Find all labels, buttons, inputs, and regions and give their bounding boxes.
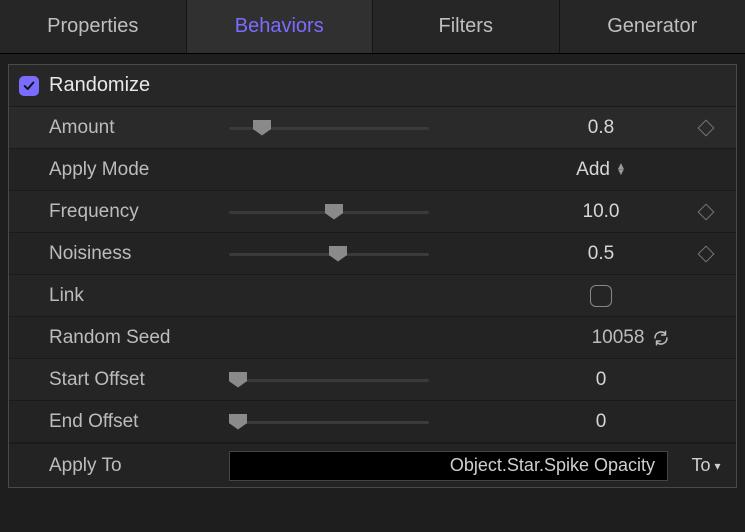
- param-row-apply-to: Apply To Object.Star.Spike Opacity To ▾: [9, 443, 736, 487]
- param-row-apply-mode: Apply Mode Add ▲▼: [9, 149, 736, 191]
- tab-filters[interactable]: Filters: [373, 0, 560, 53]
- apply-to-label: Apply To: [49, 455, 229, 477]
- check-icon: [22, 79, 36, 93]
- noisiness-slider[interactable]: [229, 244, 429, 264]
- param-row-noisiness: Noisiness 0.5: [9, 233, 736, 275]
- frequency-value[interactable]: 10.0: [526, 201, 676, 223]
- noisiness-slider-thumb[interactable]: [329, 246, 347, 262]
- tab-behaviors[interactable]: Behaviors: [187, 0, 374, 53]
- random-seed-value[interactable]: 10058: [592, 327, 645, 349]
- param-row-amount: Amount 0.8: [9, 107, 736, 149]
- amount-value[interactable]: 0.8: [526, 117, 676, 139]
- random-seed-label: Random Seed: [49, 327, 229, 349]
- enable-checkbox[interactable]: [19, 76, 39, 96]
- noisiness-label: Noisiness: [49, 243, 229, 265]
- frequency-keyframe-icon[interactable]: [698, 203, 715, 220]
- param-row-frequency: Frequency 10.0: [9, 191, 736, 233]
- noisiness-value[interactable]: 0.5: [526, 243, 676, 265]
- apply-mode-select[interactable]: Add ▲▼: [526, 159, 676, 181]
- amount-slider[interactable]: [229, 118, 429, 138]
- param-row-start-offset: Start Offset 0: [9, 359, 736, 401]
- apply-mode-value: Add: [576, 159, 610, 181]
- param-row-random-seed: Random Seed 10058: [9, 317, 736, 359]
- behavior-content: Randomize Amount 0.8 Apply Mode Add ▲▼: [8, 64, 737, 488]
- end-offset-slider-thumb[interactable]: [229, 414, 247, 430]
- start-offset-value[interactable]: 0: [526, 369, 676, 391]
- apply-to-menu-label: To: [691, 455, 710, 476]
- behavior-header: Randomize: [9, 65, 736, 107]
- frequency-slider[interactable]: [229, 202, 429, 222]
- start-offset-label: Start Offset: [49, 369, 229, 391]
- link-checkbox[interactable]: [590, 285, 612, 307]
- start-offset-slider-thumb[interactable]: [229, 372, 247, 388]
- link-label: Link: [49, 285, 229, 307]
- apply-to-value: Object.Star.Spike Opacity: [450, 455, 655, 476]
- amount-label: Amount: [49, 117, 229, 139]
- end-offset-label: End Offset: [49, 411, 229, 433]
- param-row-end-offset: End Offset 0: [9, 401, 736, 443]
- amount-slider-thumb[interactable]: [253, 120, 271, 136]
- chevron-down-icon: ▾: [714, 459, 720, 473]
- tab-generator[interactable]: Generator: [560, 0, 745, 53]
- updown-icon: ▲▼: [616, 164, 626, 176]
- apply-mode-label: Apply Mode: [49, 159, 229, 181]
- noisiness-keyframe-icon[interactable]: [698, 245, 715, 262]
- apply-to-well[interactable]: Object.Star.Spike Opacity: [229, 451, 668, 481]
- inspector-tabs: Properties Behaviors Filters Generator: [0, 0, 745, 54]
- frequency-label: Frequency: [49, 201, 229, 223]
- regenerate-icon[interactable]: [652, 329, 670, 347]
- tab-properties[interactable]: Properties: [0, 0, 187, 53]
- inspector-panel: Properties Behaviors Filters Generator R…: [0, 0, 745, 532]
- start-offset-slider[interactable]: [229, 370, 429, 390]
- end-offset-slider[interactable]: [229, 412, 429, 432]
- behavior-title: Randomize: [49, 74, 150, 97]
- amount-keyframe-icon[interactable]: [698, 119, 715, 136]
- param-row-link: Link: [9, 275, 736, 317]
- end-offset-value[interactable]: 0: [526, 411, 676, 433]
- frequency-slider-thumb[interactable]: [325, 204, 343, 220]
- apply-to-menu-button[interactable]: To ▾: [676, 451, 736, 481]
